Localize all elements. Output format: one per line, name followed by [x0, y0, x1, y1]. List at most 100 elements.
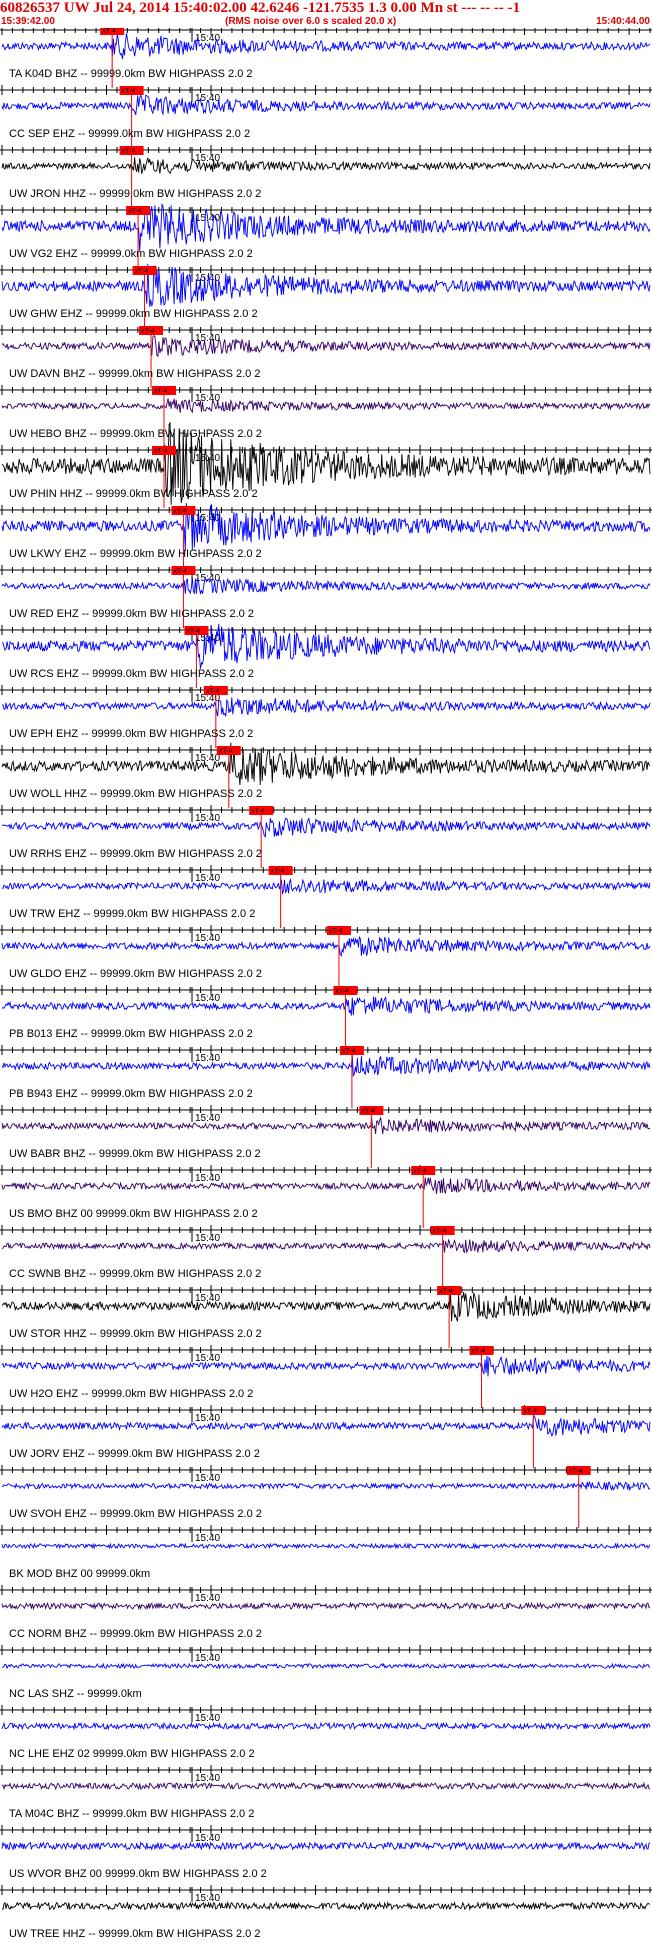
- trace-label: PB B943 EHZ -- 99999.0km BW HIGHPASS 2.0…: [9, 1088, 253, 1100]
- waveform: [1, 1662, 651, 1670]
- pick-label: xT-4: [219, 748, 233, 755]
- minute-label: 15:40: [195, 1593, 220, 1604]
- pick-label: xT-4: [154, 448, 168, 455]
- pick-label: xT-4: [122, 148, 136, 155]
- minute-label: 15:40: [195, 813, 220, 824]
- trace-label: UW RED EHZ -- 99999.0km BW HIGHPASS 2.0 …: [9, 608, 254, 620]
- trace-label: UW GLDO EHZ -- 99999.0km BW HIGHPASS 2.0…: [9, 968, 262, 980]
- waveform: [1, 576, 651, 596]
- waveform: [1, 32, 651, 60]
- waveform: [1, 817, 651, 838]
- trace-row: 15:40 xT-4 UW H2O EHZ -- 99999.0km BW HIGH…: [0, 1345, 652, 1408]
- trace-row: 15:40 CC NORM BHZ -- 99999.0km BW HIGHPAS…: [0, 1585, 652, 1640]
- trace-row: 15:40 xT-4 UW BABR BHZ -- 99999.0km BW HIG…: [0, 1105, 652, 1168]
- trace-row: 15:40 xT-4 CC SWNB BHZ -- 99999.0km BW HIG…: [0, 1225, 652, 1288]
- trace-row: 15:40 xT-4 UW HEBO BHZ -- 99999.0km BW HIG…: [0, 385, 652, 448]
- waveform: [1, 1900, 651, 1911]
- waveform: [1, 995, 651, 1016]
- minute-label: 15:40: [195, 873, 220, 884]
- pick-label: xT-4: [186, 628, 200, 635]
- trace-row: 15:40 xT-4 UW RRHS EHZ -- 99999.0km BW HIG…: [0, 805, 652, 868]
- trace-row: 15:40 NC LAS SHZ -- 99999.0km: [0, 1645, 652, 1700]
- waveform: [1, 1355, 651, 1377]
- waveform: [1, 1841, 651, 1852]
- pick-label: xT-4: [173, 508, 187, 515]
- waveform: [1, 1177, 651, 1195]
- minute-label: 15:40: [195, 1893, 220, 1904]
- trace-row: 15:40 xT-4 UW GLDO EHZ -- 99999.0km BW HIG…: [0, 925, 652, 988]
- minute-label: 15:40: [195, 1053, 220, 1064]
- trace-label: TA K04D BHZ -- 99999.0km BW HIGHPASS 2.0…: [9, 68, 253, 80]
- trace-label: UW JRON HHZ -- 99999.0km BW HIGHPASS 2.0…: [9, 188, 261, 200]
- minute-label: 15:40: [195, 1653, 220, 1664]
- trace-row: 15:40 xT-4 UW SVOH EHZ -- 99999.0km BW HIG…: [0, 1465, 652, 1528]
- trace-row: 15:40 xT-4 PB B013 EHZ -- 99999.0km BW HIG…: [0, 985, 652, 1048]
- trace-label: BK MOD BHZ 00 99999.0km: [9, 1568, 150, 1580]
- trace-label: UW RRHS EHZ -- 99999.0km BW HIGHPASS 2.0…: [9, 848, 262, 860]
- trace-label: UW TREE HHZ -- 99999.0km BW HIGHPASS 2.0…: [9, 1928, 260, 1940]
- pick-label: xT-4: [122, 88, 136, 95]
- pick-label: xT-4: [135, 268, 149, 275]
- trace-label: UW GHW EHZ -- 99999.0km BW HIGHPASS 2.0 …: [9, 308, 258, 320]
- trace-row: 15:40xT-4UW RCS EHZ -- 99999.0km BW HIGH…: [0, 624, 652, 688]
- trace-row: 15:40 xT-4 CC SEP EHZ -- 99999.0km BW HIGH…: [0, 85, 652, 148]
- seismogram-panel: 15:40xT-4TA K04D BHZ -- 99999.0km BW HIG…: [0, 28, 652, 1940]
- trace-label: TA M04C BHZ -- 99999.0km BW HIGHPASS 2.0…: [9, 1808, 254, 1820]
- trace-label: UW WOLL HHZ -- 99999.0km BW HIGHPASS 2.0…: [9, 788, 262, 800]
- waveform: [1, 398, 651, 414]
- waveform: [1, 1116, 651, 1135]
- pick-label: xT-4: [206, 688, 220, 695]
- trace-row: 15:40 NC LHE EHZ 02 99999.0km BW HIGHPASS…: [0, 1705, 652, 1760]
- pick-label: xT-4: [335, 988, 349, 995]
- trace-row: 15:40xT-4UW GHW EHZ -- 99999.0km BW HIGH…: [0, 263, 652, 328]
- event-header-title: 60826537 UW Jul 24, 2014 15:40:02.00 42.…: [0, 0, 521, 16]
- trace-label: UW VG2 EHZ -- 99999.0km BW HIGHPASS 2.0 …: [9, 248, 253, 260]
- minute-label: 15:40: [195, 93, 220, 104]
- pick-label: xT-4: [439, 1288, 453, 1295]
- waveform: [1, 94, 651, 116]
- trace-label: UW DAVN BHZ -- 99999.0km BW HIGHPASS 2.0…: [9, 368, 260, 380]
- trace-label: CC NORM BHZ -- 99999.0km BW HIGHPASS 2.0…: [9, 1628, 262, 1640]
- waveform: [1, 1480, 651, 1492]
- trace-row: 15:40 xT-4 UW JORV EHZ -- 99999.0km BW HIG…: [0, 1405, 652, 1468]
- trace-label: CC SEP EHZ -- 99999.0km BW HIGHPASS 2.0 …: [9, 128, 250, 140]
- pick-label: xT-4: [128, 208, 142, 215]
- trace-label: UW EPH EHZ -- 99999.0km BW HIGHPASS 2.0 …: [9, 728, 253, 740]
- waveform: [1, 1721, 651, 1731]
- trace-label: UW STOR HHZ -- 99999.0km BW HIGHPASS 2.0…: [9, 1328, 262, 1340]
- trace-row: 15:40 US WVOR BHZ 00 99999.0km BW HIGHPAS…: [0, 1825, 652, 1880]
- trace-label: UW HEBO BHZ -- 99999.0km BW HIGHPASS 2.0…: [9, 428, 262, 440]
- pick-label: xT-4: [329, 928, 343, 935]
- waveform: [1, 334, 651, 358]
- pick-label: xT-4: [361, 1108, 375, 1115]
- waveform: [1, 1291, 651, 1322]
- trace-label: UW LKWY EHZ -- 99999.0km BW HIGHPASS 2.0…: [9, 548, 262, 560]
- trace-row: 15:40 BK MOD BHZ 00 99999.0km: [0, 1525, 652, 1580]
- trace-row: 15:40xT-4UW VG2 EHZ -- 99999.0km BW HIGH…: [0, 203, 652, 268]
- trace-label: NC LHE EHZ 02 99999.0km BW HIGHPASS 2.0 …: [9, 1748, 255, 1760]
- pick-label: xT-4: [154, 388, 168, 395]
- trace-label: UW RCS EHZ -- 99999.0km BW HIGHPASS 2.0 …: [9, 668, 254, 680]
- trace-row: 15:40 xT-4 UW TRW EHZ -- 99999.0km BW HIGH…: [0, 865, 652, 928]
- trace-label: PB B013 EHZ -- 99999.0km BW HIGHPASS 2.0…: [9, 1028, 253, 1040]
- waveform: [1, 936, 651, 957]
- pick-label: xT-4: [102, 28, 116, 35]
- minute-label: 15:40: [195, 1113, 220, 1124]
- minute-label: 15:40: [195, 753, 220, 764]
- pick-label: xT-4: [342, 1048, 356, 1055]
- end-time: 15:40:44.00: [596, 16, 650, 27]
- waveform: [1, 1238, 651, 1254]
- trace-row: 15:40 UW TREE HHZ -- 99999.0km BW HIGHPAS…: [0, 1885, 652, 1940]
- minute-label: 15:40: [195, 1473, 220, 1484]
- time-range-bar: 15:39:42.00 (RMS noise over 6.0 s scaled…: [0, 16, 652, 28]
- minute-label: 15:40: [195, 993, 220, 1004]
- trace-label: NC LAS SHZ -- 99999.0km: [9, 1688, 142, 1700]
- waveform: [1, 1781, 651, 1791]
- waveform: [1, 1542, 651, 1550]
- waveform: [1, 1054, 651, 1078]
- trace-row: 15:40xT-4UW LKWY EHZ -- 99999.0km BW HIG…: [0, 502, 652, 568]
- waveform: [1, 877, 651, 895]
- trace-label: UW SVOH EHZ -- 99999.0km BW HIGHPASS 2.0…: [9, 1508, 262, 1520]
- minute-label: 15:40: [195, 1413, 220, 1424]
- trace-label: UW JORV EHZ -- 99999.0km BW HIGHPASS 2.0…: [9, 1448, 260, 1460]
